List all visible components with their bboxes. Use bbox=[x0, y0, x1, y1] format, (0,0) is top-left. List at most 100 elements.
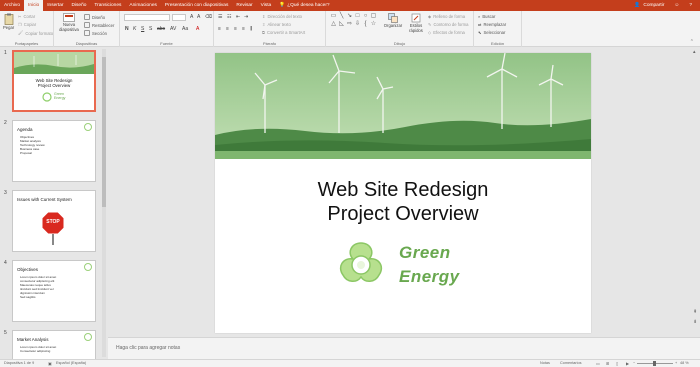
normal-view-icon[interactable]: ▭ bbox=[596, 361, 600, 366]
help-icon[interactable]: ? bbox=[689, 3, 692, 8]
spacing-icon[interactable]: AV bbox=[170, 26, 176, 32]
notes-button[interactable]: Notas bbox=[540, 361, 550, 365]
find-button[interactable]: ⌕ Buscar bbox=[478, 14, 495, 19]
line-icon[interactable]: ╲ bbox=[338, 13, 345, 20]
spellcheck-icon[interactable]: ▣ bbox=[48, 361, 52, 366]
italic-icon[interactable]: K bbox=[133, 26, 136, 32]
slide-thumbnail-1[interactable]: Web Site Redesign Project Overview Green… bbox=[12, 50, 96, 112]
share-button[interactable]: 👤 Compartir bbox=[634, 3, 664, 8]
copy-button[interactable]: ❐ Copiar bbox=[18, 22, 36, 27]
align-text-button[interactable]: ⇳ Alinear texto bbox=[262, 22, 291, 27]
smartart-label: Convertir a SmartArt bbox=[267, 30, 306, 35]
justify-icon[interactable]: ≡ bbox=[242, 26, 245, 32]
slide-title[interactable]: Web Site Redesign Project Overview bbox=[215, 178, 591, 226]
triangle-icon[interactable]: △ bbox=[330, 21, 337, 28]
slideshow-icon[interactable]: ▶ bbox=[626, 361, 629, 366]
slide-scrollbar[interactable]: ▴ ⇞ ⇟ bbox=[692, 47, 700, 337]
comments-button[interactable]: Comentarios bbox=[560, 361, 582, 365]
slide-thumbnail-4[interactable]: Objectives Lorem ipsum dolor sit amet co… bbox=[12, 260, 96, 322]
ribbon: Pegar ✂ Cortar ❐ Copiar 🖌 Copiar formato Po… bbox=[0, 11, 700, 47]
clear-format-icon[interactable]: ⌫ bbox=[205, 14, 212, 20]
cut-button[interactable]: ✂ Cortar bbox=[18, 14, 35, 19]
decrease-indent-icon[interactable]: ⇤ bbox=[236, 14, 240, 20]
scroll-up-icon[interactable]: ▴ bbox=[693, 49, 696, 55]
slide-thumbnail-5[interactable]: Market Analysis Lorem ipsum dolor sit am… bbox=[12, 330, 96, 360]
rounded-rectangle-icon[interactable]: ▢ bbox=[370, 13, 377, 20]
case-icon[interactable]: Aa bbox=[182, 26, 188, 32]
grow-font-icon[interactable]: A bbox=[190, 14, 193, 20]
slide-thumbnail-3[interactable]: Issues with Current System STOP bbox=[12, 190, 96, 252]
shapes-gallery[interactable]: ▭ ╲ ↘ □ ○ ▢ △ ◺ ⇨ ⇩ { ☆ bbox=[330, 13, 377, 28]
arrow-icon[interactable]: ↘ bbox=[346, 13, 353, 20]
tab-diseno[interactable]: Diseño bbox=[67, 0, 90, 11]
strikethrough-icon[interactable]: abc bbox=[157, 26, 165, 32]
collapse-ribbon-icon[interactable]: ⌃ bbox=[690, 39, 694, 45]
thumbnail-scrollbar-thumb[interactable] bbox=[102, 57, 106, 207]
next-slide-icon[interactable]: ⇟ bbox=[693, 319, 697, 325]
replace-button[interactable]: ⇄ Reemplazar bbox=[478, 22, 506, 27]
thumbnail-scrollbar[interactable] bbox=[102, 49, 106, 357]
arrange-button[interactable]: Organizar bbox=[382, 13, 404, 28]
reset-button[interactable]: Restablecer bbox=[84, 22, 114, 28]
shape-effects-button[interactable]: ◇ Efectos de forma bbox=[428, 30, 465, 35]
quick-styles-button[interactable]: Estilos rápidos bbox=[406, 13, 426, 33]
right-triangle-icon[interactable]: ◺ bbox=[338, 21, 345, 28]
format-painter-button[interactable]: 🖌 Copiar formato bbox=[18, 30, 53, 36]
tab-archivo[interactable]: Archivo bbox=[0, 0, 24, 11]
previous-slide-icon[interactable]: ⇞ bbox=[693, 309, 697, 315]
numbering-icon[interactable]: ☷ bbox=[227, 14, 231, 20]
underline-icon[interactable]: S bbox=[141, 26, 144, 32]
tab-vista[interactable]: Vista bbox=[257, 0, 276, 11]
green-energy-logo[interactable]: Green Energy bbox=[335, 239, 475, 295]
zoom-level[interactable]: 48 % bbox=[680, 361, 689, 365]
section-button[interactable]: Sección bbox=[84, 30, 107, 36]
shape-outline-button[interactable]: ✎ Contorno de forma bbox=[428, 22, 468, 27]
shadow-icon[interactable]: S bbox=[149, 26, 152, 32]
slide-sorter-icon[interactable]: ⊞ bbox=[606, 361, 609, 366]
tab-transiciones[interactable]: Transiciones bbox=[90, 0, 125, 11]
tell-me-box[interactable]: 💡 ¿Qué desea hacer? bbox=[275, 3, 329, 8]
bullets-icon[interactable]: ☰ bbox=[218, 14, 222, 20]
bold-icon[interactable]: N bbox=[125, 26, 129, 32]
align-left-icon[interactable]: ≡ bbox=[218, 26, 221, 32]
zoom-in-icon[interactable]: + bbox=[675, 361, 677, 365]
reading-view-icon[interactable]: ▯ bbox=[616, 361, 618, 366]
new-slide-button[interactable]: Nueva diapositiva bbox=[58, 13, 80, 32]
oval-icon[interactable]: ○ bbox=[362, 13, 369, 20]
font-color-icon[interactable]: A bbox=[196, 26, 199, 32]
align-right-icon[interactable]: ≡ bbox=[234, 26, 237, 32]
shrink-font-icon[interactable]: A bbox=[197, 14, 200, 20]
zoom-out-icon[interactable]: − bbox=[633, 361, 635, 365]
thumbnail-logo-icon bbox=[84, 123, 92, 131]
text-direction-button[interactable]: ⇕ Dirección del texto bbox=[262, 14, 302, 19]
rectangle-icon[interactable]: □ bbox=[354, 13, 361, 20]
new-slide-icon bbox=[63, 13, 75, 22]
increase-indent-icon[interactable]: ⇥ bbox=[244, 14, 248, 20]
text-box-icon[interactable]: ▭ bbox=[330, 13, 337, 20]
smiley-icon[interactable]: ☺ bbox=[674, 3, 679, 8]
columns-icon[interactable]: ⫼ bbox=[250, 26, 252, 32]
tab-inicio[interactable]: Inicio bbox=[24, 0, 44, 11]
layout-button[interactable]: Diseño bbox=[84, 14, 105, 20]
star-icon[interactable]: ☆ bbox=[370, 21, 377, 28]
curly-brace-icon[interactable]: { bbox=[362, 21, 369, 28]
down-arrow-icon[interactable]: ⇩ bbox=[354, 21, 361, 28]
smartart-button[interactable]: ⧉ Convertir a SmartArt bbox=[262, 30, 305, 35]
tab-revisar[interactable]: Revisar bbox=[232, 0, 256, 11]
select-button[interactable]: ⬉ Seleccionar bbox=[478, 30, 505, 35]
font-size-input[interactable] bbox=[172, 14, 186, 21]
language-indicator[interactable]: Español (España) bbox=[56, 361, 86, 365]
arrange-label: Organizar bbox=[383, 23, 403, 28]
tab-insertar[interactable]: Insertar bbox=[43, 0, 67, 11]
font-name-input[interactable] bbox=[124, 14, 170, 21]
paste-button[interactable]: Pegar bbox=[3, 13, 14, 30]
slide-thumbnail-2[interactable]: Agenda Objectives Market analysis Techno… bbox=[12, 120, 96, 182]
tab-animaciones[interactable]: Animaciones bbox=[125, 0, 160, 11]
block-arrow-icon[interactable]: ⇨ bbox=[346, 21, 353, 28]
notes-pane[interactable]: Haga clic para agregar notas bbox=[108, 337, 700, 359]
current-slide[interactable]: Web Site Redesign Project Overview Green… bbox=[215, 53, 591, 333]
align-center-icon[interactable]: ≡ bbox=[226, 26, 229, 32]
shape-fill-button[interactable]: ◆ Relleno de forma bbox=[428, 14, 465, 19]
tab-presentacion[interactable]: Presentación con diapositivas bbox=[161, 0, 232, 11]
zoom-slider-handle[interactable] bbox=[653, 361, 656, 366]
